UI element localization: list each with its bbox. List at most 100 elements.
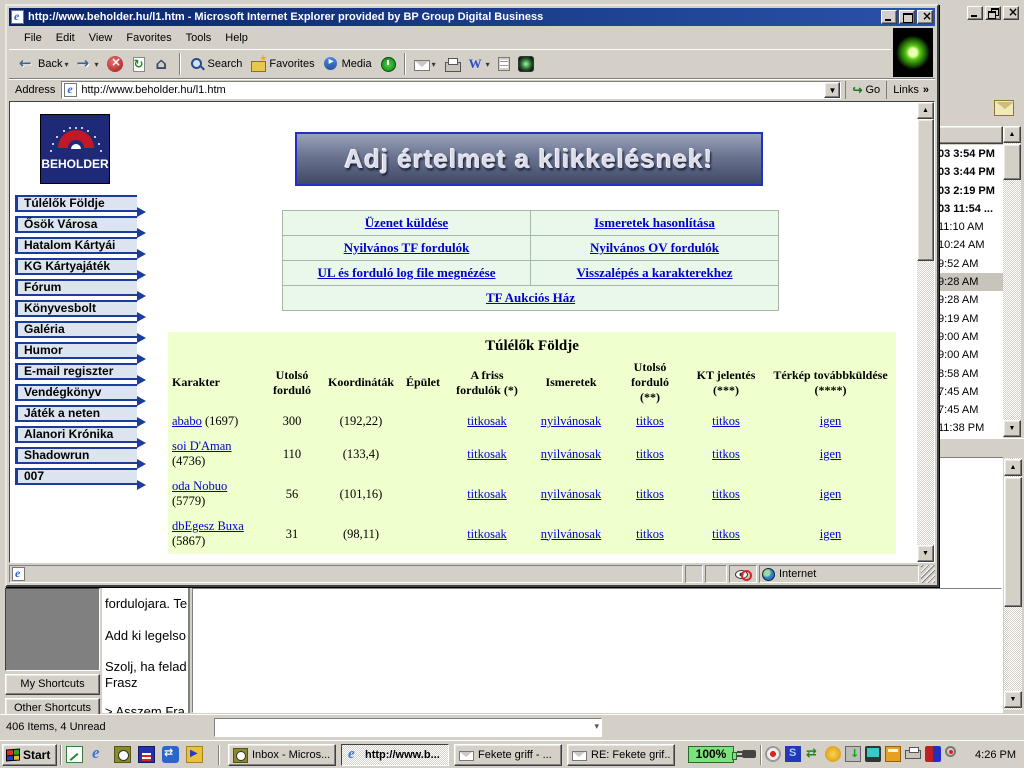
toolbar-custom-dark-button[interactable] [514,52,538,76]
agent-tray-icon[interactable] [825,746,841,762]
message-list-item[interactable]: 9:52 AM [936,255,1003,273]
menu-edit[interactable]: Edit [49,30,82,46]
scroll-up-icon[interactable]: ▲ [917,102,934,119]
send-receive-icon[interactable] [994,100,1014,116]
message-list-item[interactable]: 11:38 PM [936,419,1003,437]
sidebar-item[interactable]: Fórum [15,279,137,296]
message-list-item[interactable]: 03 2:19 PM [936,182,1003,200]
outlook-restore-button[interactable] [985,6,1001,20]
ie-close-button[interactable] [917,10,933,24]
last-turn-link[interactable]: titkos [636,487,664,501]
display-tray-icon[interactable] [865,746,881,762]
scroll-down-icon[interactable]: ▼ [917,545,934,562]
ie-icon[interactable] [90,746,107,763]
sidebar-item[interactable]: Játék a neten [15,405,137,422]
sidebar-item[interactable]: Könyvesbolt [15,300,137,317]
sendrecv-icon[interactable] [162,746,179,763]
menu-file[interactable]: File [17,30,49,46]
knowledge-link[interactable]: nyilvánosak [541,447,601,461]
message-list-scroll-thumb[interactable] [1003,144,1021,180]
toolbar-mail-button[interactable]: ▾ [410,52,440,76]
go-button[interactable]: ↪ Go [845,81,886,99]
toolbar-search-button[interactable]: Search [185,52,247,76]
sidebar-item[interactable]: 007 [15,468,137,485]
taskbar-button[interactable]: RE: Fekete grif... [567,744,675,766]
message-list-item[interactable]: 9:00 AM [936,346,1003,364]
fresh-turns-link[interactable]: titkosak [467,447,507,461]
sidebar-item[interactable]: KG Kártyajáték [15,258,137,275]
message-list-item[interactable]: 03 3:54 PM [936,145,1003,163]
start-button[interactable]: Start [2,744,57,766]
fresh-turns-link[interactable]: titkosak [467,414,507,428]
toolbar-favorites-button[interactable]: Favorites [246,52,318,76]
menu-tools[interactable]: Tools [179,30,219,46]
character-link[interactable]: oda Nobuo [172,479,227,493]
toolbar-stop-button[interactable] [103,52,127,76]
sidebar-item[interactable]: Hatalom Kártyái [15,237,137,254]
sidebar-item[interactable]: Ősök Városa [15,216,137,233]
map-forward-link[interactable]: igen [820,487,842,501]
sidebar-item[interactable]: E-mail regiszter [15,363,137,380]
message-list[interactable]: 03 3:54 PM03 3:44 PM03 2:19 PM03 11:54 .… [936,145,1003,438]
sidebar-item[interactable]: Shadowrun [15,447,137,464]
outlook-icon[interactable] [114,746,131,763]
map-forward-link[interactable]: igen [820,447,842,461]
map-forward-link[interactable]: igen [820,414,842,428]
toolbar-back-button[interactable]: Back▾ [15,52,72,76]
scroll-up-icon[interactable]: ▲ [1004,459,1022,476]
menu-help[interactable]: Help [218,30,255,46]
quick-link[interactable]: TF Aukciós Ház [486,290,575,305]
quick-link[interactable]: Nyilvános OV fordulók [590,240,719,255]
page-scrollbar[interactable]: ▲ ▼ [917,102,934,562]
network-tray-icon[interactable] [845,746,861,762]
last-turn-link[interactable]: titkos [636,527,664,541]
knowledge-link[interactable]: nyilvánosak [541,414,601,428]
last-turn-link[interactable]: titkos [636,414,664,428]
scroll-up-icon[interactable]: ▲ [1003,126,1021,143]
last-turn-link[interactable]: titkos [636,447,664,461]
scroll-down-icon[interactable]: ▼ [1003,420,1021,437]
taskbar-button[interactable]: Inbox - Micros... [228,744,336,766]
character-link[interactable]: ababo [172,414,202,428]
message-list-item[interactable]: 10:24 AM [936,236,1003,254]
sidebar-item[interactable]: Túlélők Földje [15,195,137,212]
reading-pane-scroll-thumb[interactable] [1004,477,1022,607]
sidebar-item[interactable]: Galéria [15,321,137,338]
quick-link[interactable]: Üzenet küldése [365,215,448,230]
knowledge-link[interactable]: nyilvánosak [541,527,601,541]
kt-report-link[interactable]: titkos [712,487,740,501]
transfer-tray-icon[interactable] [805,746,821,762]
taskbar-button[interactable]: Fekete griff - ... [454,744,562,766]
program-tray-icon[interactable] [785,746,801,762]
menu-view[interactable]: View [82,30,120,46]
toolbar-history-button[interactable] [376,52,400,76]
quick-link[interactable]: Visszalépés a karakterekhez [577,265,733,280]
quick-link[interactable]: Nyilvános TF fordulók [344,240,470,255]
message-list-item[interactable]: 03 11:54 ... [936,200,1003,218]
toolbar-discuss-button[interactable] [494,52,514,76]
toolbar-refresh-button[interactable] [127,52,151,76]
media-player-icon[interactable] [186,746,203,763]
floppy-icon[interactable] [138,746,155,763]
my-shortcuts-button[interactable]: My Shortcuts [5,674,100,695]
kt-report-link[interactable]: titkos [712,414,740,428]
scroll-down-icon[interactable]: ▼ [1004,691,1022,708]
scroll-thumb[interactable] [917,119,934,261]
message-list-item[interactable]: 03 3:44 PM [936,163,1003,181]
compose-icon[interactable] [66,746,83,763]
message-list-item[interactable]: 7:45 AM [936,401,1003,419]
address-input[interactable]: http://www.beholder.hu/l1.htm ▼ [61,81,841,99]
beholder-logo[interactable]: BEHOLDER [40,114,110,184]
sidebar-item[interactable]: Humor [15,342,137,359]
ie-maximize-button[interactable] [899,10,915,24]
outlook-minimize-button[interactable] [967,6,983,20]
taskbar-button[interactable]: http://www.b... [341,744,449,766]
security-tray-icon[interactable] [925,746,941,762]
address-dropdown-icon[interactable]: ▼ [824,82,840,98]
toolbar-media-button[interactable]: Media [319,52,376,76]
find-tray-icon[interactable] [945,746,956,757]
toolbar-edit-word-button[interactable]: ▾ [464,52,494,76]
toolbar-print-button[interactable] [440,52,464,76]
message-list-item[interactable]: 9:19 AM [936,310,1003,328]
privacy-report-pane[interactable] [729,565,757,583]
